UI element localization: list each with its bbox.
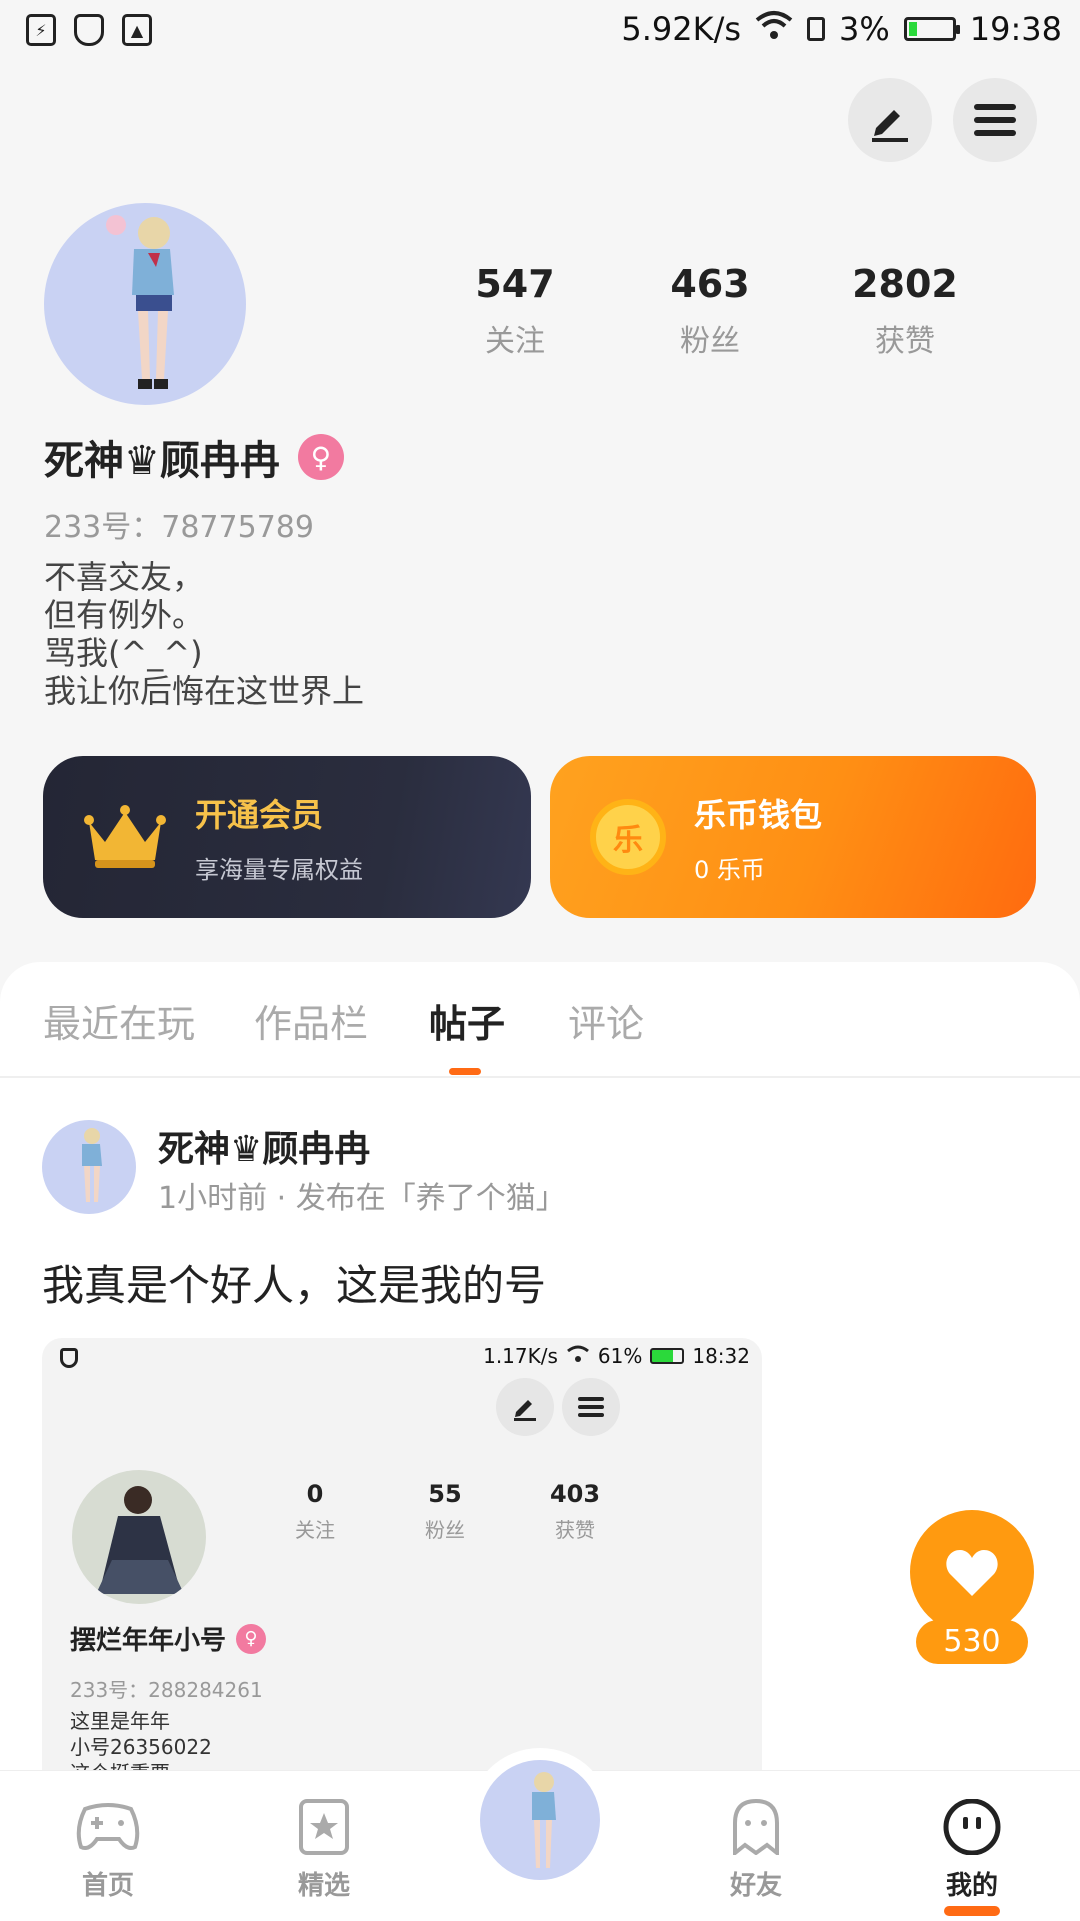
vip-title: 开通会员	[195, 795, 324, 834]
mini-stat-label: 获赞	[555, 1518, 595, 1542]
wifi-icon	[755, 10, 793, 48]
stat-label: 关注	[485, 324, 545, 359]
tab-works[interactable]: 作品栏	[254, 993, 368, 1048]
nav-home[interactable]: 首页	[48, 1799, 168, 1902]
wallet-balance: 0 乐币	[694, 855, 765, 884]
mini-shield-icon	[60, 1348, 78, 1368]
mini-name-row: 摆烂年年小号 ♀	[70, 1620, 267, 1657]
battery-icon	[903, 17, 960, 41]
mini-gender-icon: ♀	[236, 1623, 267, 1654]
stat-followers[interactable]: 463 粉丝	[630, 262, 790, 360]
hamburger-icon	[974, 104, 1016, 136]
mini-battery-icon	[650, 1348, 685, 1364]
mini-stat-label: 关注	[295, 1518, 335, 1542]
avatar-character-image	[106, 215, 174, 389]
tab-recently-played[interactable]: 最近在玩	[43, 993, 195, 1048]
profile-name: 死神♛顾冉冉	[44, 438, 280, 484]
nav-label: 精选	[297, 1871, 350, 1901]
coin-icon: 乐	[590, 799, 666, 875]
avatar-character-image	[82, 1128, 102, 1202]
mini-battery-percent: 61%	[597, 1344, 643, 1368]
image-icon: ▲	[122, 14, 152, 46]
mini-stat-value: 403	[549, 1480, 601, 1508]
post-meta: 1小时前 · 发布在「养了个猫」	[158, 1181, 566, 1216]
battery-saver-icon: ⚡	[26, 14, 56, 46]
post-author-name[interactable]: 死神♛顾冉冉	[158, 1120, 370, 1172]
mini-menu-icon	[562, 1378, 620, 1436]
status-bar: ⚡ ▲ 5.92K/s 3% 19:38	[0, 0, 1080, 64]
profile-name-row: 死神♛顾冉冉 ♀	[44, 428, 344, 486]
mini-edit-icon	[496, 1378, 554, 1436]
crown-icon	[84, 805, 166, 868]
mini-name: 摆烂年年小号	[70, 1626, 227, 1656]
wallet-card[interactable]: 乐 乐币钱包 0 乐币	[550, 756, 1036, 918]
active-nav-indicator	[944, 1906, 1000, 1916]
heart-icon	[946, 1550, 998, 1596]
network-speed: 5.92K/s	[621, 10, 742, 48]
battery-percent: 3%	[839, 10, 890, 48]
mini-bio: 这里是年年 小号26356022 这个挺重要	[70, 1709, 212, 1774]
clock: 19:38	[969, 10, 1062, 48]
stat-value: 463	[670, 262, 750, 306]
stat-value: 2802	[852, 262, 958, 306]
stat-value: 547	[475, 262, 555, 306]
profile-avatar[interactable]	[44, 203, 246, 405]
stat-likes[interactable]: 2802 获赞	[825, 262, 985, 360]
gender-female-icon: ♀	[297, 434, 344, 480]
tab-posts[interactable]: 帖子	[429, 993, 505, 1048]
post-author-avatar[interactable]	[42, 1120, 136, 1214]
pencil-icon	[872, 110, 908, 142]
face-icon	[943, 1798, 1001, 1856]
profile-bio: 不喜交友， 但有例外。 骂我(^_^) 我让你后悔在这世界上	[44, 558, 365, 710]
mini-stat-following: 0 关注	[265, 1480, 365, 1543]
tabs-divider	[0, 1076, 1080, 1078]
vip-subtitle: 享海量专属权益	[195, 855, 363, 884]
stat-label: 粉丝	[680, 324, 740, 359]
mini-stat-value: 55	[428, 1480, 462, 1508]
nav-label: 好友	[729, 1871, 782, 1901]
mini-id: 233号：288284261	[70, 1678, 263, 1702]
mini-network-speed: 1.17K/s	[483, 1344, 558, 1368]
active-tab-indicator	[449, 1068, 481, 1075]
like-button[interactable]	[910, 1510, 1034, 1634]
status-left-icons: ⚡ ▲	[26, 14, 152, 46]
mini-stat-likes: 403 获赞	[525, 1480, 625, 1543]
mini-stat-followers: 55 粉丝	[395, 1480, 495, 1543]
post-text: 我真是个好人，这是我的号	[42, 1261, 547, 1310]
tab-comments[interactable]: 评论	[568, 993, 644, 1048]
nav-me[interactable]: 我的	[912, 1798, 1032, 1916]
nav-friends[interactable]: 好友	[696, 1798, 816, 1902]
mini-stat-label: 粉丝	[425, 1518, 465, 1542]
nav-label: 我的	[945, 1871, 998, 1901]
coin-char: 乐	[613, 823, 643, 858]
stat-label: 获赞	[875, 324, 935, 359]
sim-icon	[807, 17, 826, 41]
mini-avatar	[72, 1470, 206, 1604]
mini-stat-value: 0	[306, 1480, 324, 1508]
gamepad-icon	[76, 1803, 140, 1850]
nav-label: 首页	[81, 1871, 134, 1901]
like-count: 530	[916, 1620, 1028, 1664]
star-card-icon	[299, 1799, 349, 1855]
wallet-title: 乐币钱包	[694, 795, 823, 834]
mini-wifi-icon	[566, 1344, 590, 1368]
profile-id[interactable]: 233号：78775789	[44, 502, 314, 546]
nav-featured[interactable]: 精选	[264, 1799, 384, 1902]
vip-card[interactable]: 开通会员 享海量专属权益	[43, 756, 531, 918]
post-image[interactable]: 1.17K/s 61% 18:32 0 关注 55 粉丝 403 获赞 摆烂年年…	[42, 1338, 762, 1774]
edit-profile-button[interactable]	[848, 78, 932, 162]
shield-icon	[74, 14, 104, 46]
nav-center-avatar-button[interactable]	[468, 1748, 612, 1892]
mini-status-right: 1.17K/s 61% 18:32	[483, 1344, 750, 1368]
ghost-icon	[733, 1798, 779, 1858]
nav-center-avatar	[480, 1760, 600, 1880]
mini-clock: 18:32	[692, 1344, 750, 1368]
status-right: 5.92K/s 3% 19:38	[621, 10, 1062, 48]
stat-following[interactable]: 547 关注	[435, 262, 595, 360]
menu-button[interactable]	[953, 78, 1037, 162]
